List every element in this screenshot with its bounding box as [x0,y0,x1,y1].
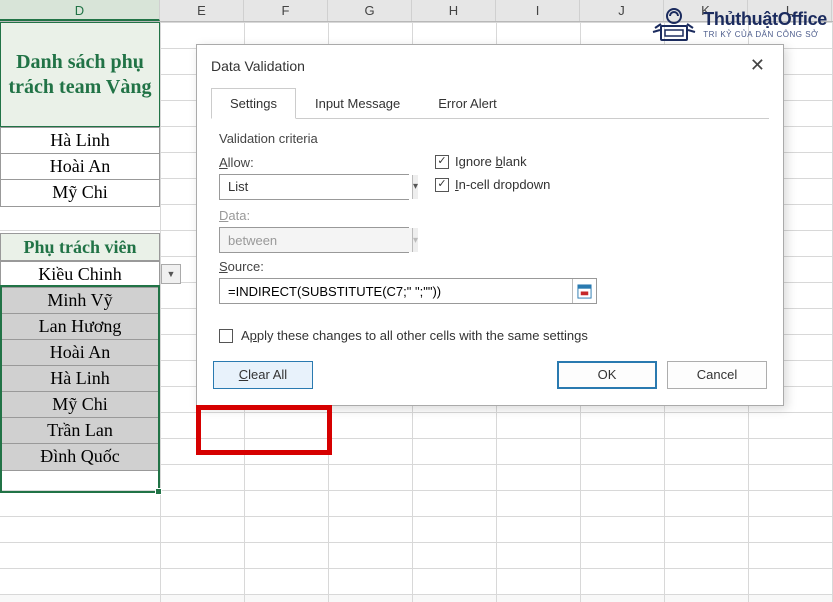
cell[interactable]: Hà Linh [1,366,159,392]
watermark: ThủthuậtOffice TRI KỶ CỦA DÂN CÔNG SỞ [651,4,827,44]
allow-input[interactable] [220,175,412,199]
watermark-title: ThủthuậtOffice [703,9,827,30]
column-header-D[interactable]: D [0,0,160,21]
column-header-H[interactable]: H [412,0,496,21]
cell[interactable]: Minh Vỹ [1,288,159,314]
cell[interactable]: Trần Lan [1,418,159,444]
data-label: Data: [219,208,761,223]
clear-all-button[interactable]: Clear All [213,361,313,389]
title-cell[interactable]: Danh sách phụ trách team Vàng [0,22,160,127]
cell[interactable]: Mỹ Chi [1,392,159,418]
dialog-title: Data Validation [211,58,305,74]
source-input[interactable] [220,279,572,303]
cell[interactable]: Đình Quốc [1,444,159,470]
data-input [220,228,412,252]
fill-handle[interactable] [155,488,162,495]
column-header-G[interactable]: G [328,0,412,21]
close-icon[interactable]: ✕ [746,55,769,76]
cell[interactable]: Hoài An [1,154,159,180]
column-header-I[interactable]: I [496,0,580,21]
cell[interactable]: Hà Linh [1,128,159,154]
data-combo: ▾ [219,227,409,253]
cell[interactable]: Kiều Chinh▼ [1,262,159,288]
cell[interactable]: Lan Hương [1,314,159,340]
allow-label: Allow: [219,155,409,170]
tab-error-alert[interactable]: Error Alert [419,88,516,119]
cell[interactable]: Hoài An [1,340,159,366]
ignore-blank-checkbox[interactable]: ✓Ignore blank [435,154,550,169]
watermark-sub: TRI KỶ CỦA DÂN CÔNG SỞ [703,30,827,39]
data-validation-dialog: Data Validation ✕ SettingsInput MessageE… [196,44,784,406]
chevron-down-icon: ▾ [412,228,418,252]
ok-button[interactable]: OK [557,361,657,389]
section-header[interactable]: Phụ trách viên [0,233,160,261]
chevron-down-icon[interactable]: ▾ [412,175,418,199]
column-header-E[interactable]: E [160,0,244,21]
allow-combo[interactable]: ▾ [219,174,409,200]
tab-input-message[interactable]: Input Message [296,88,419,119]
range-picker-icon[interactable] [572,279,596,303]
source-input-wrap [219,278,597,304]
apply-changes-checkbox[interactable]: Apply these changes to all other cells w… [219,328,761,343]
source-label: Source: [219,259,761,274]
cancel-button[interactable]: Cancel [667,361,767,389]
tab-settings[interactable]: Settings [211,88,296,119]
column-header-F[interactable]: F [244,0,328,21]
incell-dropdown-checkbox[interactable]: ✓In-cell dropdown [435,177,550,192]
criteria-label: Validation criteria [219,131,761,146]
cell-dropdown-icon[interactable]: ▼ [161,264,181,284]
cell[interactable]: Mỹ Chi [1,180,159,206]
